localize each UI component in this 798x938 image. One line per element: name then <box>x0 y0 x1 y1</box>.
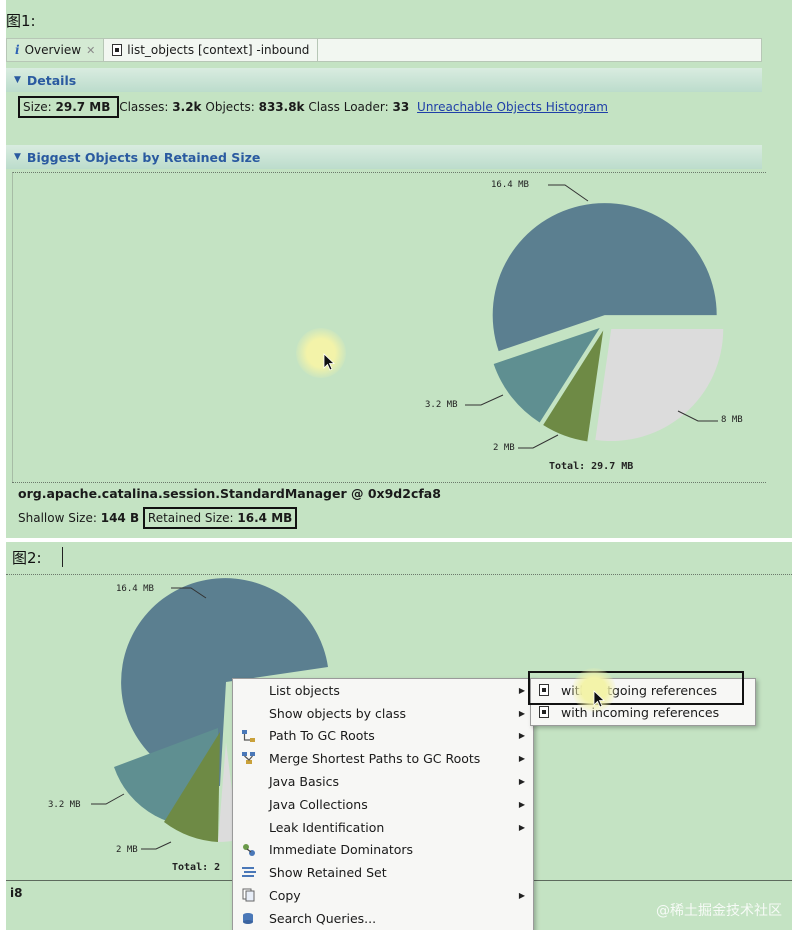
menu-item-label: Immediate Dominators <box>269 842 414 858</box>
tab-list-objects-label: list_objects [context] -inbound <box>127 43 310 57</box>
unreachable-histogram-link[interactable]: Unreachable Objects Histogram <box>417 100 608 114</box>
pie-chart-svg: 16.4 MB 8 MB 2 MB 3.2 MB Total: 29.7 MB <box>425 180 743 472</box>
submenu-arrow-icon: ▶ <box>518 685 525 695</box>
pie-label-leader <box>548 184 589 202</box>
objects-label: Objects: <box>205 100 255 114</box>
pie-total-label: Total: 29.7 MB <box>549 461 633 472</box>
selected-object-name: org.apache.catalina.session.StandardMana… <box>18 486 441 501</box>
figure-2: 图2: 16.4 MB 3.2 MB 2 MB Total: 2 i8 List… <box>6 542 792 930</box>
editor-tab-bar: i Overview ✕ list_objects [context] -inb… <box>6 38 762 62</box>
collapse-triangle-icon[interactable]: ▼ <box>14 75 21 85</box>
menu-item-java-collections[interactable]: Java Collections ▶ <box>233 793 533 816</box>
menu-item-merge-shortest-paths[interactable]: Merge Shortest Paths to GC Roots ▶ <box>233 747 533 770</box>
divider <box>12 482 766 483</box>
details-summary: Size: 29.7 MB Classes: 3.2k Objects: 833… <box>18 96 608 118</box>
selected-object-sizes: Shallow Size: 144 B Retained Size: 16.4 … <box>18 507 298 529</box>
pie-total-label: Total: 2 <box>172 862 220 873</box>
submenu-arrow-icon: ▶ <box>518 777 525 787</box>
pie-slice[interactable] <box>595 329 724 442</box>
menu-item-label: Copy <box>269 888 301 904</box>
menu-item-label: List objects <box>269 682 340 698</box>
menu-item-label: Java Collections <box>269 796 368 812</box>
classes-value: 3.2k <box>172 100 202 114</box>
details-header-label: Details <box>26 72 77 88</box>
list-objects-icon <box>112 44 123 56</box>
close-icon[interactable]: ✕ <box>86 44 95 57</box>
class-loader-value: 33 <box>392 100 410 114</box>
submenu-arrow-icon: ▶ <box>518 799 525 809</box>
path-icon <box>242 729 255 742</box>
class-loader-label: Class Loader: <box>308 100 389 114</box>
size-label: Size: <box>23 100 52 114</box>
retained-size-pie-chart: 16.4 MB 8 MB 2 MB 3.2 MB Total: 29.7 MB <box>12 172 766 482</box>
info-icon: i <box>15 43 20 57</box>
menu-item-show-objects-by-class[interactable]: Show objects by class ▶ <box>233 702 533 725</box>
search-icon <box>243 912 253 924</box>
submenu-arrow-icon: ▶ <box>518 708 525 718</box>
mouse-cursor-icon <box>593 690 605 708</box>
pie-label-mid: 3.2 MB <box>48 800 81 810</box>
mouse-cursor-icon <box>323 353 335 371</box>
submenu-arrow-icon: ▶ <box>518 891 525 901</box>
retained-icon <box>242 867 256 878</box>
figure-1-label: 图1: <box>6 12 36 30</box>
pie-label-small: 2 MB <box>116 845 138 855</box>
menu-item-label: Show objects by class <box>269 705 407 721</box>
menu-item-list-objects[interactable]: List objects ▶ <box>233 679 533 702</box>
dominator-icon <box>243 843 255 856</box>
cursor-highlight <box>296 328 346 378</box>
tab-overview[interactable]: i Overview ✕ <box>7 39 105 61</box>
shallow-size-value: 144 B <box>100 511 140 525</box>
pie-slice-label: 2 MB <box>493 443 515 453</box>
pie-slice-label: 8 MB <box>721 415 743 425</box>
classes-label: Classes: <box>119 100 169 114</box>
size-value: 29.7 MB <box>55 100 111 114</box>
submenu-arrow-icon: ▶ <box>518 754 525 764</box>
menu-item-label: Java Basics <box>269 774 339 790</box>
menu-item-search-queries[interactable]: Search Queries... <box>233 907 533 930</box>
menu-item-label: Leak Identification <box>269 819 385 835</box>
figure-1: 图1: i Overview ✕ list_objects [context] … <box>6 0 792 538</box>
pie-label-leader <box>518 434 559 449</box>
menu-item-label: Path To GC Roots <box>269 728 375 744</box>
menu-item-immediate-dominators[interactable]: Immediate Dominators <box>233 839 533 862</box>
retained-size-label: Retained Size: <box>147 511 234 525</box>
menu-item-show-retained-set[interactable]: Show Retained Set <box>233 861 533 884</box>
tab-list-objects[interactable]: list_objects [context] -inbound <box>104 39 319 61</box>
pie-label-big: 16.4 MB <box>116 584 154 594</box>
menu-item-leak-identification[interactable]: Leak Identification ▶ <box>233 816 533 839</box>
merge-icon <box>242 752 255 765</box>
watermark: @稀土掘金技术社区 <box>656 903 782 919</box>
outgoing-references-highlight-box <box>528 671 744 705</box>
menu-item-copy[interactable]: Copy ▶ <box>233 884 533 907</box>
pie-slice-label: 16.4 MB <box>491 180 529 190</box>
size-highlight-box: Size: 29.7 MB <box>18 96 120 118</box>
menu-item-path-to-gc-roots[interactable]: Path To GC Roots ▶ <box>233 725 533 748</box>
retained-size-highlight-box: Retained Size: 16.4 MB <box>142 507 298 529</box>
pie-slice-label: 3.2 MB <box>425 400 458 410</box>
collapse-triangle-icon[interactable]: ▼ <box>14 152 21 162</box>
pie-slice[interactable] <box>492 203 717 352</box>
menu-item-label: Merge Shortest Paths to GC Roots <box>269 751 481 767</box>
retained-size-value: 16.4 MB <box>237 511 293 525</box>
submenu-arrow-icon: ▶ <box>518 731 525 741</box>
shallow-size-label: Shallow Size: <box>18 511 97 525</box>
tab-overview-label: Overview <box>24 43 82 57</box>
biggest-objects-header-label: Biggest Objects by Retained Size <box>26 149 261 165</box>
incoming-references-icon <box>539 706 549 718</box>
biggest-objects-section-header[interactable]: ▼ Biggest Objects by Retained Size <box>6 145 762 169</box>
menu-item-java-basics[interactable]: Java Basics ▶ <box>233 770 533 793</box>
context-menu: List objects ▶ Show objects by class ▶ P… <box>232 678 534 930</box>
copy-icon <box>242 888 255 902</box>
objects-value: 833.8k <box>258 100 305 114</box>
menu-item-label: Search Queries... <box>269 910 377 926</box>
submenu-arrow-icon: ▶ <box>518 822 525 832</box>
menu-item-label: Show Retained Set <box>269 865 387 881</box>
details-section-header[interactable]: ▼ Details <box>6 68 762 92</box>
truncated-text: i8 <box>10 886 23 900</box>
pie-label-leader <box>465 394 504 406</box>
